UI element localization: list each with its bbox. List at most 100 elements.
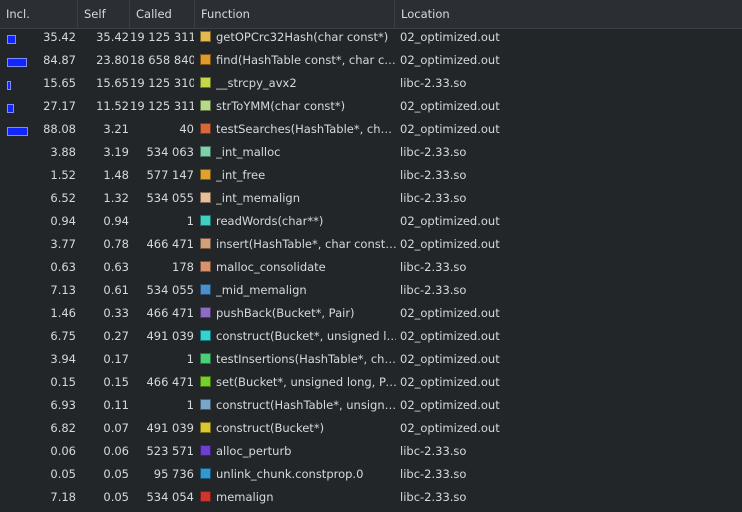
cost-color-swatch [200,146,211,157]
cost-color-swatch [200,54,211,65]
self-value: 0.06 [103,444,129,458]
self-cell: 15.65 [78,75,129,98]
function-name: strToYMM(char const*) [216,99,346,113]
table-row[interactable]: 3.77 0.78 466 471 insert(HashTable*, char c… [0,236,742,259]
cost-color-swatch [200,123,211,134]
incl-cell: 15.65 [0,75,76,98]
column-header-self[interactable]: Self [78,0,130,28]
table-row[interactable]: 6.75 0.27 491 039 construct(Bucket*, unsign… [0,328,742,351]
location-value: 02_optimized.out [400,421,500,435]
function-name: malloc_consolidate [216,260,326,274]
column-header-incl[interactable]: Incl. [0,0,78,28]
incl-value: 6.82 [50,421,76,435]
table-row[interactable]: 84.87 23.80 18 658 840 find(HashTable const… [0,52,742,75]
self-cell: 35.42 [78,29,129,52]
incl-value: 84.87 [43,53,76,67]
column-header-location[interactable]: Location [395,0,742,28]
self-value: 35.42 [96,30,129,44]
table-row[interactable]: 1.52 1.48 577 147 _int_free libc-2.33.so [0,167,742,190]
incl-value: 88.08 [43,122,76,136]
table-row[interactable]: 6.82 0.07 491 039 construct(Bucket*) 02_opti… [0,420,742,443]
table-row[interactable]: 15.65 15.65 19 125 310 __strcpy_avx2 libc-2.… [0,75,742,98]
function-name: construct(Bucket*) [216,421,325,435]
cost-color-swatch [200,330,211,341]
table-row[interactable]: 0.06 0.06 523 571 alloc_perturb libc-2.33.so [0,443,742,466]
incl-cell: 35.42 [0,29,76,52]
table-row[interactable]: 35.42 35.42 19 125 311 getOPCrc32Hash(char … [0,29,742,52]
function-name: _int_free [216,168,266,182]
self-value: 1.48 [103,168,129,182]
incl-value: 15.65 [43,76,76,90]
self-cell: 0.05 [78,466,129,489]
location-value: 02_optimized.out [400,122,500,136]
table-row[interactable]: 6.93 0.11 1 construct(HashTable*, unsigne..… [0,397,742,420]
incl-cell: 27.17 [0,98,76,121]
table-row[interactable]: 0.63 0.63 178 malloc_consolidate libc-2.33.s… [0,259,742,282]
incl-cell: 0.06 [0,443,76,466]
function-cell: _mid_memalign [200,282,396,305]
self-cell: 3.19 [78,144,129,167]
incl-value: 1.46 [50,306,76,320]
cost-color-swatch [200,169,211,180]
function-name: memalign [216,490,274,504]
incl-value: 0.63 [50,260,76,274]
called-value: 491 039 [146,329,194,343]
table-row[interactable]: 7.13 0.61 534 055 _mid_memalign libc-2.33.so [0,282,742,305]
cost-color-swatch [200,307,211,318]
location-value: libc-2.33.so [400,260,467,274]
self-value: 23.80 [96,53,129,67]
function-cell: strToYMM(char const*) [200,98,396,121]
function-name: _int_malloc [216,145,281,159]
incl-value: 1.52 [50,168,76,182]
self-value: 0.07 [103,421,129,435]
location-value: libc-2.33.so [400,145,467,159]
table-row[interactable]: 6.52 1.32 534 055 _int_memalign libc-2.33.so [0,190,742,213]
location-value: 02_optimized.out [400,214,500,228]
cost-color-swatch [200,399,211,410]
table-row[interactable]: 1.46 0.33 466 471 pushBack(Bucket*, Pair) 02… [0,305,742,328]
table-row[interactable]: 27.17 11.52 19 125 311 strToYMM(char const*… [0,98,742,121]
function-name: pushBack(Bucket*, Pair) [216,306,355,320]
incl-value: 0.15 [50,375,76,389]
incl-value: 35.42 [43,30,76,44]
cost-color-swatch [200,192,211,203]
called-value: 19 125 310 [130,76,194,90]
called-value: 178 [172,260,194,274]
called-value: 95 736 [153,467,194,481]
location-value: 02_optimized.out [400,99,500,113]
self-cell: 0.61 [78,282,129,305]
function-name: alloc_perturb [216,444,292,458]
column-header-called[interactable]: Called [130,0,195,28]
cost-color-swatch [200,376,211,387]
called-value: 19 125 311 [130,30,194,44]
incl-value: 27.17 [43,99,76,113]
function-cell: construct(HashTable*, unsigne... [200,397,396,420]
location-value: libc-2.33.so [400,444,467,458]
incl-value: 6.75 [50,329,76,343]
incl-value: 0.94 [50,214,76,228]
self-value: 0.78 [103,237,129,251]
self-cell: 0.78 [78,236,129,259]
table-row[interactable]: 3.94 0.17 1 testInsertions(HashTable*, char… [0,351,742,374]
function-name: readWords(char**) [216,214,324,228]
incl-cell: 6.52 [0,190,76,213]
table-row[interactable]: 0.15 0.15 466 471 set(Bucket*, unsigned lon… [0,374,742,397]
self-value: 0.27 [103,329,129,343]
function-cell: readWords(char**) [200,213,396,236]
table-row[interactable]: 88.08 3.21 40 testSearches(HashTable*, char… [0,121,742,144]
function-name: testInsertions(HashTable*, char... [216,352,396,366]
function-name: insert(HashTable*, char const*, ... [216,237,396,251]
column-header-function[interactable]: Function [195,0,395,28]
called-value: 534 055 [146,283,194,297]
table-row[interactable]: 0.94 0.94 1 readWords(char**) 02_optimized.o… [0,213,742,236]
self-cell: 0.07 [78,420,129,443]
table-row[interactable]: 3.88 3.19 534 063 _int_malloc libc-2.33.so [0,144,742,167]
self-value: 11.52 [96,99,129,113]
cost-color-swatch [200,238,211,249]
location-value: 02_optimized.out [400,352,500,366]
table-row[interactable]: 0.05 0.05 95 736 unlink_chunk.constprop.0 li… [0,466,742,489]
location-value: 02_optimized.out [400,237,500,251]
cost-color-swatch [200,31,211,42]
incl-bar [7,35,16,44]
incl-value: 6.52 [50,191,76,205]
